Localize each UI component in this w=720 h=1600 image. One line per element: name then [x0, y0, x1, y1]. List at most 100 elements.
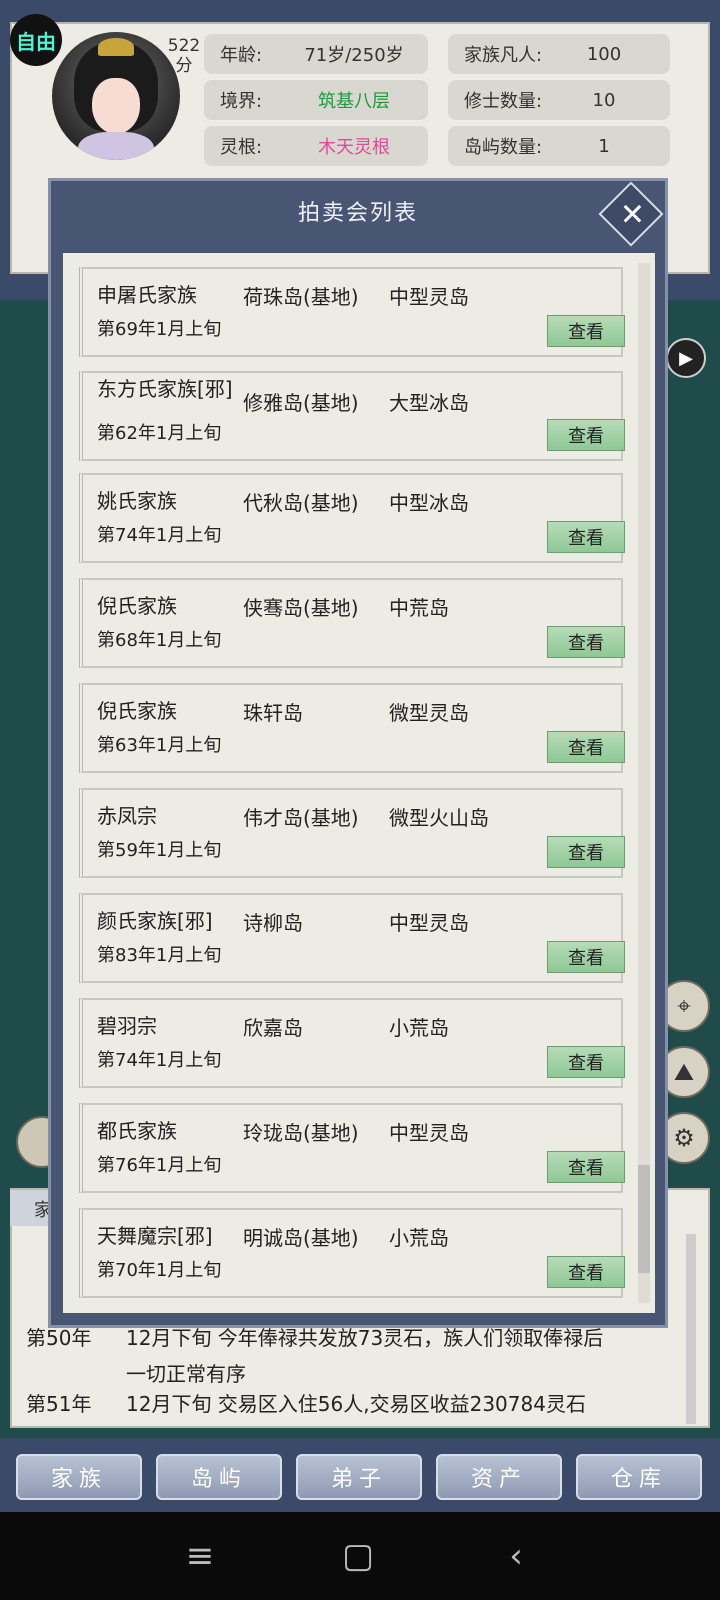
stat-label: 灵根:	[220, 137, 263, 158]
item-family: 碧羽宗	[97, 1014, 157, 1038]
avatar-face	[92, 78, 140, 134]
list-item: 颜氏家族[邪] 诗柳岛 中型灵岛 第83年1月上旬 查看	[79, 893, 625, 983]
item-family: 东方氏家族[邪]	[97, 377, 233, 401]
view-button[interactable]: 查看	[547, 941, 625, 973]
log-text: 12月下旬 今年俸禄共发放73灵石，族人们领取俸禄后	[126, 1326, 604, 1350]
item-type: 大型冰岛	[389, 391, 469, 415]
item-family: 天舞魔宗[邪]	[97, 1224, 213, 1248]
avatar-robe	[78, 132, 154, 160]
item-type: 中型冰岛	[389, 491, 469, 515]
item-type: 微型火山岛	[389, 806, 489, 830]
home-icon[interactable]: ▢	[338, 1536, 378, 1576]
play-icon[interactable]: ▶	[666, 338, 706, 378]
item-date: 第74年1月上旬	[97, 525, 222, 546]
item-island: 珠轩岛	[243, 701, 303, 725]
stat-label: 岛屿数量:	[464, 137, 543, 158]
modal-title: 拍卖会列表	[297, 201, 418, 226]
mode-badge[interactable]: 自由	[10, 14, 62, 66]
stat-age: 年龄: 71岁/250岁	[204, 34, 428, 74]
stat-value: 1	[598, 135, 610, 157]
stat-label: 家族凡人:	[464, 45, 543, 66]
item-island: 欣嘉岛	[243, 1016, 303, 1040]
item-type: 小荒岛	[389, 1226, 449, 1250]
view-button[interactable]: 查看	[547, 315, 625, 347]
item-date: 第83年1月上旬	[97, 945, 222, 966]
avatar[interactable]	[52, 32, 180, 160]
item-island: 代秋岛(基地)	[243, 491, 359, 515]
stat-realm: 境界: 筑基八层	[204, 80, 428, 120]
list-item: 碧羽宗 欣嘉岛 小荒岛 第74年1月上旬 查看	[79, 998, 625, 1088]
stat-cultivators: 修士数量: 10	[448, 80, 670, 120]
nav-warehouse-button[interactable]: 仓库	[576, 1454, 702, 1500]
item-date: 第70年1月上旬	[97, 1260, 222, 1281]
bottom-nav: 家族 岛屿 弟子 资产 仓库	[0, 1438, 720, 1512]
view-button[interactable]: 查看	[547, 1256, 625, 1288]
list-item: 申屠氏家族 荷珠岛(基地) 中型灵岛 第69年1月上旬 查看	[79, 267, 625, 357]
item-type: 中荒岛	[389, 596, 449, 620]
stat-spirit-root: 灵根: 木天灵根	[204, 126, 428, 166]
close-icon: ✕	[613, 201, 649, 227]
nav-islands-button[interactable]: 岛屿	[156, 1454, 282, 1500]
item-island: 玲珑岛(基地)	[243, 1121, 359, 1145]
item-type: 中型灵岛	[389, 911, 469, 935]
view-button[interactable]: 查看	[547, 1151, 625, 1183]
view-button[interactable]: 查看	[547, 626, 625, 658]
item-date: 第69年1月上旬	[97, 319, 222, 340]
item-island: 伟才岛(基地)	[243, 806, 359, 830]
list-item: 姚氏家族 代秋岛(基地) 中型冰岛 第74年1月上旬 查看	[79, 473, 625, 563]
log-text: 12月下旬 交易区入住56人,交易区收益230784灵石	[126, 1392, 586, 1416]
list-item: 东方氏家族[邪] 修雅岛(基地) 大型冰岛 第62年1月上旬 查看	[79, 371, 625, 461]
stat-value: 100	[586, 43, 622, 65]
nav-assets-button[interactable]: 资产	[436, 1454, 562, 1500]
item-island: 诗柳岛	[243, 911, 303, 935]
view-button[interactable]: 查看	[547, 419, 625, 451]
view-button[interactable]: 查看	[547, 1046, 625, 1078]
item-family: 申屠氏家族	[97, 283, 197, 307]
item-type: 中型灵岛	[389, 285, 469, 309]
item-date: 第62年1月上旬	[97, 423, 222, 444]
auction-list[interactable]: 申屠氏家族 荷珠岛(基地) 中型灵岛 第69年1月上旬 查看 东方氏家族[邪] …	[63, 253, 655, 1313]
item-family: 倪氏家族	[97, 699, 177, 723]
avatar-crown	[98, 38, 134, 56]
item-family: 倪氏家族	[97, 594, 177, 618]
nav-disciples-button[interactable]: 弟子	[296, 1454, 422, 1500]
stat-label: 境界:	[220, 91, 263, 112]
view-button[interactable]: 查看	[547, 836, 625, 868]
list-item: 倪氏家族 侠骞岛(基地) 中荒岛 第68年1月上旬 查看	[79, 578, 625, 668]
item-date: 第68年1月上旬	[97, 630, 222, 651]
view-button[interactable]: 查看	[547, 731, 625, 763]
item-date: 第59年1月上旬	[97, 840, 222, 861]
item-type: 中型灵岛	[389, 1121, 469, 1145]
nav-family-button[interactable]: 家族	[16, 1454, 142, 1500]
item-date: 第63年1月上旬	[97, 735, 222, 756]
view-button[interactable]: 查看	[547, 521, 625, 553]
item-family: 姚氏家族	[97, 489, 177, 513]
list-item: 天舞魔宗[邪] 明诚岛(基地) 小荒岛 第70年1月上旬 查看	[79, 1208, 625, 1298]
stat-value: 10	[592, 89, 616, 111]
score: 522 分	[164, 36, 204, 76]
item-family: 颜氏家族[邪]	[97, 909, 213, 933]
log-year: 第51年	[26, 1392, 92, 1416]
stat-label: 年龄:	[220, 45, 263, 66]
system-nav-bar: ≡ ▢ ‹	[0, 1512, 720, 1600]
log-line-continued: 一切正常有序	[126, 1362, 246, 1386]
item-island: 荷珠岛(基地)	[243, 285, 359, 309]
close-button[interactable]: ✕	[598, 181, 664, 247]
back-icon[interactable]: ‹	[496, 1536, 536, 1576]
auction-list-modal: 拍卖会列表 ✕ 申屠氏家族 荷珠岛(基地) 中型灵岛 第69年1月上旬 查看 东…	[48, 178, 668, 1328]
log-scrollbar[interactable]	[686, 1234, 696, 1424]
item-family: 都氏家族	[97, 1119, 177, 1143]
item-type: 微型灵岛	[389, 701, 469, 725]
item-type: 小荒岛	[389, 1016, 449, 1040]
stat-mortals: 家族凡人: 100	[448, 34, 670, 74]
log-line: 第51年 12月下旬 交易区入住56人,交易区收益230784灵石	[26, 1388, 586, 1420]
list-scrollbar-thumb[interactable]	[638, 1165, 650, 1273]
stat-islands: 岛屿数量: 1	[448, 126, 670, 166]
list-item: 倪氏家族 珠轩岛 微型灵岛 第63年1月上旬 查看	[79, 683, 625, 773]
menu-icon[interactable]: ≡	[180, 1536, 220, 1576]
score-unit: 分	[175, 56, 193, 76]
item-island: 侠骞岛(基地)	[243, 596, 359, 620]
list-scrollbar-track[interactable]	[638, 263, 650, 1303]
item-date: 第74年1月上旬	[97, 1050, 222, 1071]
item-island: 明诚岛(基地)	[243, 1226, 359, 1250]
